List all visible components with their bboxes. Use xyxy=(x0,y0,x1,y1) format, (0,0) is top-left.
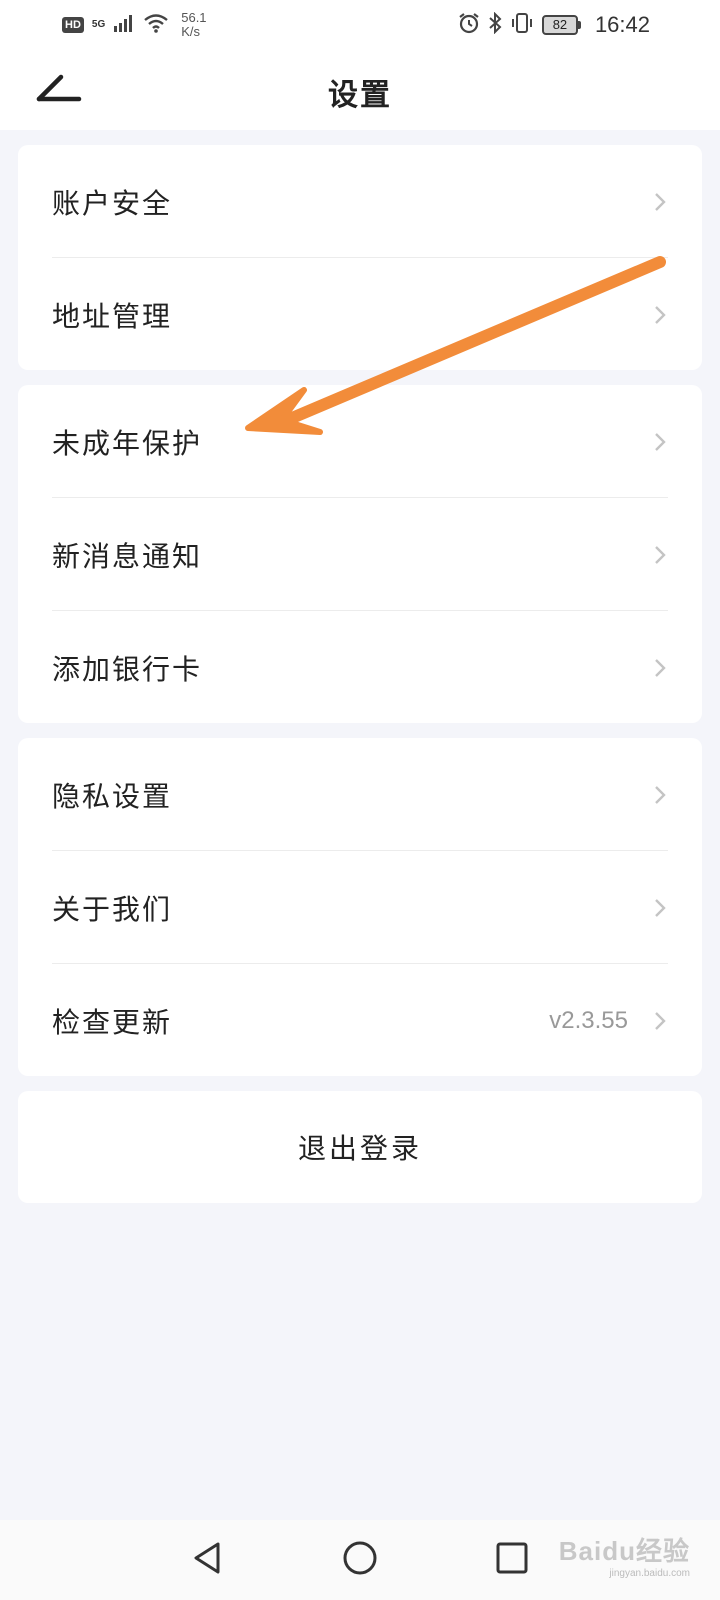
settings-group-account: 账户安全 地址管理 xyxy=(18,145,702,370)
circle-home-icon xyxy=(342,1540,378,1580)
hd-badge: HD xyxy=(62,17,84,33)
chevron-right-icon xyxy=(648,1009,672,1033)
baidu-watermark: Baidu经验 jingyan.baidu.com xyxy=(550,1520,690,1590)
chevron-right-icon xyxy=(648,303,672,327)
battery-tip xyxy=(577,21,581,29)
row-message-notification[interactable]: 新消息通知 xyxy=(18,498,702,611)
signal-icon xyxy=(113,14,135,37)
row-add-bank-card[interactable]: 添加银行卡 xyxy=(18,611,702,724)
clock: 16:42 xyxy=(594,12,650,37)
row-about-us[interactable]: 关于我们 xyxy=(18,851,702,964)
chevron-right-icon xyxy=(648,896,672,920)
alarm-icon xyxy=(458,12,480,39)
chevron-right-icon xyxy=(648,190,672,214)
battery-level: 82 xyxy=(541,15,578,35)
logout-card: 退出登录 xyxy=(18,1091,702,1203)
vibrate-icon xyxy=(510,12,534,39)
square-recents-icon xyxy=(495,1541,529,1579)
row-check-update[interactable]: 检查更新 v2.3.55 xyxy=(18,964,702,1077)
speed-value: 56.1 xyxy=(181,10,207,25)
row-label: 账户安全 xyxy=(52,186,173,220)
version-value: v2.3.55 xyxy=(549,1006,628,1034)
wifi-icon xyxy=(143,13,169,38)
status-left: HD 5G 56.1 K/s xyxy=(62,11,207,39)
row-minor-protection[interactable]: 未成年保护 xyxy=(18,385,702,498)
row-label: 关于我们 xyxy=(52,892,173,926)
settings-screen: HD 5G 56.1 K/s 82 16:42 设置 账户安全 地址管理 未成年… xyxy=(0,0,720,1600)
chevron-right-icon xyxy=(648,783,672,807)
network-type: 5G xyxy=(91,19,106,30)
chevron-right-icon xyxy=(648,543,672,567)
nav-home-button[interactable] xyxy=(338,1538,382,1582)
status-right: 82 16:42 xyxy=(458,11,650,39)
speed-unit: K/s xyxy=(181,24,201,39)
settings-group-general: 未成年保护 新消息通知 添加银行卡 xyxy=(18,385,702,723)
row-label: 检查更新 xyxy=(52,1005,173,1039)
watermark-main: Baidu经验 xyxy=(558,1536,690,1566)
battery-indicator: 82 xyxy=(541,15,581,35)
row-privacy-settings[interactable]: 隐私设置 xyxy=(18,738,702,851)
nav-back-button[interactable] xyxy=(185,1538,229,1582)
logout-button[interactable]: 退出登录 xyxy=(18,1091,702,1203)
row-account-security[interactable]: 账户安全 xyxy=(18,145,702,258)
network-speed: 56.1 K/s xyxy=(181,11,206,39)
triangle-back-icon xyxy=(190,1540,224,1580)
settings-group-about: 隐私设置 关于我们 检查更新 v2.3.55 xyxy=(18,738,702,1076)
row-label: 未成年保护 xyxy=(52,426,203,460)
row-label: 新消息通知 xyxy=(52,539,203,573)
chevron-right-icon xyxy=(648,656,672,680)
bluetooth-icon xyxy=(488,11,502,39)
nav-recents-button[interactable] xyxy=(490,1538,534,1582)
status-bar: HD 5G 56.1 K/s 82 16:42 xyxy=(0,0,720,50)
row-label: 添加银行卡 xyxy=(52,652,203,686)
page-title: 设置 xyxy=(328,78,392,113)
row-label: 隐私设置 xyxy=(52,779,173,813)
watermark-sub: jingyan.baidu.com xyxy=(609,1568,690,1579)
nav-bar: 设置 xyxy=(0,50,720,130)
row-label: 地址管理 xyxy=(52,299,173,333)
row-address-management[interactable]: 地址管理 xyxy=(18,258,702,371)
chevron-right-icon xyxy=(648,430,672,454)
